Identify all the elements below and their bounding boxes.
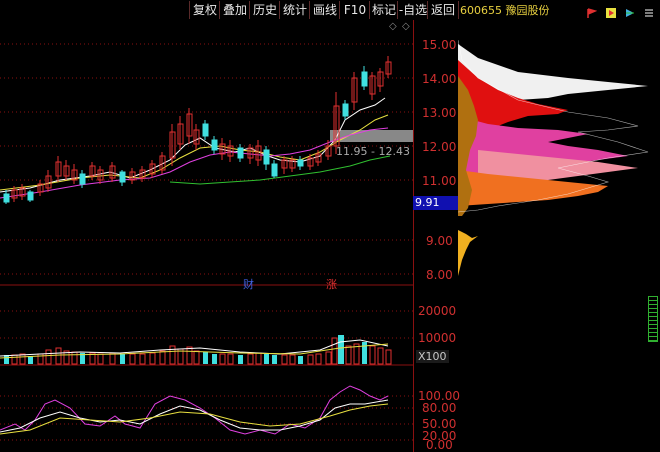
mark-button[interactable]: 标记 [369, 1, 398, 19]
price-tick: 12.00 [422, 140, 457, 154]
volume-tick: 10000 [418, 331, 457, 345]
overlay-button[interactable]: 叠加 [219, 1, 250, 19]
volume-unit-label: X100 [416, 350, 449, 363]
back-button[interactable]: 返回 [427, 1, 459, 19]
vertical-scroll-handle[interactable] [648, 296, 658, 342]
finance-event-marker[interactable]: 财 [243, 276, 254, 292]
chart-toolbar: 复权 叠加 历史 统计 画线 F10 标记 -自选 返回 600655 豫园股份 [0, 0, 660, 20]
price-range-band [330, 130, 413, 142]
price-tick: 11.00 [422, 174, 457, 188]
flag-icon[interactable] [586, 8, 597, 18]
volume-bars [0, 335, 392, 365]
price-axis: 15.00 14.00 13.00 12.00 11.00 9.00 8.00 … [413, 20, 460, 452]
stock-code: 600655 [460, 4, 502, 17]
price-tick: 8.00 [426, 268, 453, 282]
price-tick: 9.00 [426, 234, 453, 248]
volume-tick: 20000 [418, 304, 457, 318]
remove-watchlist-button[interactable]: -自选 [397, 1, 428, 19]
history-button[interactable]: 历史 [249, 1, 280, 19]
indicator-tick: 0.00 [426, 438, 453, 452]
play-icon[interactable] [605, 8, 616, 18]
stock-title: 600655 豫园股份 [460, 2, 550, 18]
price-tick: 14.00 [422, 72, 457, 86]
diamond-marker-icon[interactable]: ◇ [402, 21, 410, 32]
kline-chart[interactable] [0, 20, 413, 452]
diamond-marker-icon[interactable]: ◇ [389, 21, 397, 32]
statistics-button[interactable]: 统计 [279, 1, 310, 19]
price-tick: 15.00 [422, 38, 457, 52]
price-range-label: 11.95 - 12.43 [336, 145, 410, 158]
price-tick: 13.00 [422, 106, 457, 120]
indicator-lines [0, 385, 389, 435]
chip-distribution-profile[interactable] [458, 20, 660, 452]
stock-name: 豫园股份 [505, 4, 550, 17]
restore-rights-button[interactable]: 复权 [189, 1, 220, 19]
arrow-icon[interactable] [625, 8, 635, 18]
indicator-tick: 80.00 [422, 401, 457, 415]
draw-line-button[interactable]: 画线 [309, 1, 340, 19]
menu-icon[interactable] [644, 8, 654, 18]
limit-up-event-marker[interactable]: 涨 [326, 276, 337, 292]
current-price-tag: 9.91 [413, 196, 458, 210]
f10-button[interactable]: F10 [339, 1, 370, 19]
